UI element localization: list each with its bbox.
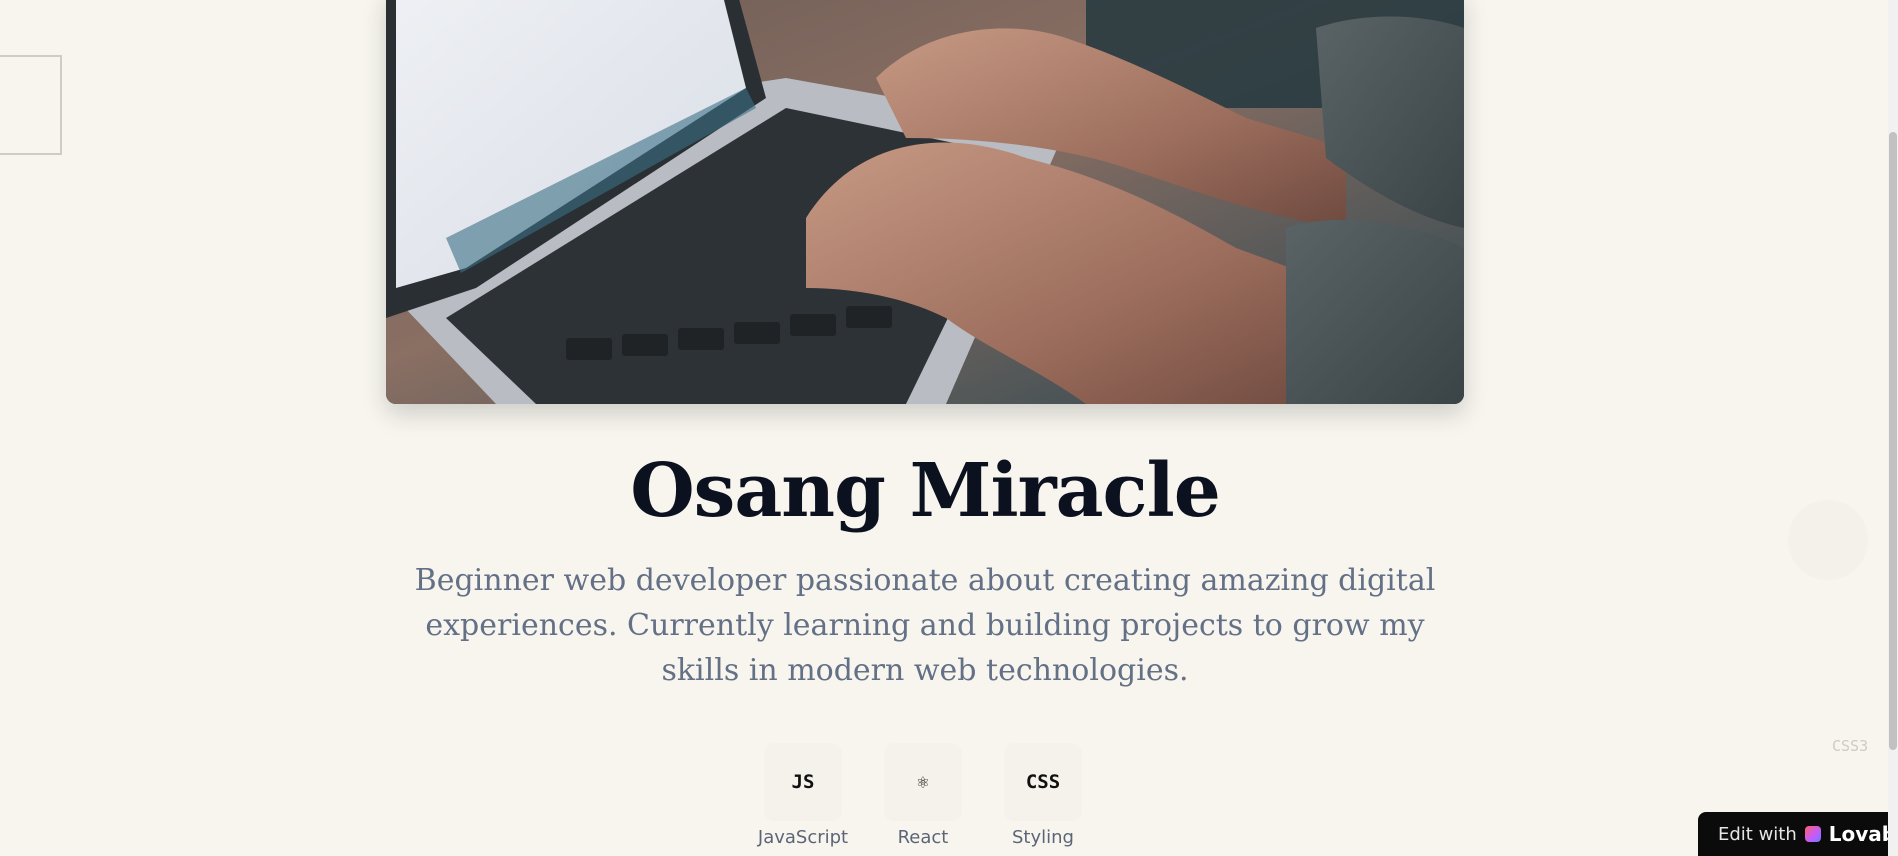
- css-icon: CSS: [1004, 743, 1082, 821]
- skill-javascript: JS JavaScript: [757, 743, 849, 848]
- edit-with-label: Edit with: [1718, 823, 1797, 845]
- skill-label: Styling: [1012, 827, 1074, 848]
- edit-with-lovable-button[interactable]: Edit with Lovable: [1698, 812, 1892, 856]
- scrollbar-thumb[interactable]: [1889, 132, 1897, 750]
- hero-image: [386, 0, 1464, 404]
- skill-react: ⚛ React: [880, 743, 966, 848]
- react-icon: ⚛: [884, 743, 962, 821]
- decorative-outline-box: [0, 55, 62, 155]
- profile-name: Osang Miracle: [630, 448, 1221, 534]
- javascript-icon: JS: [764, 743, 842, 821]
- skill-label: React: [897, 827, 949, 848]
- profile-bio: Beginner web developer passionate about …: [414, 563, 1436, 688]
- page: Osang Miracle Beginner web developer pas…: [0, 0, 1898, 856]
- vertical-scrollbar[interactable]: [1888, 0, 1898, 856]
- skill-styling: CSS Styling: [1000, 743, 1086, 848]
- skills-list: JS JavaScript ⚛ React CSS Styling: [757, 743, 1086, 848]
- lovable-brand-label: Lovable: [1828, 822, 1892, 846]
- floating-css3-label: CSS3: [1832, 737, 1869, 755]
- lovable-logo-icon: [1804, 826, 1821, 842]
- skill-label: JavaScript: [757, 827, 849, 848]
